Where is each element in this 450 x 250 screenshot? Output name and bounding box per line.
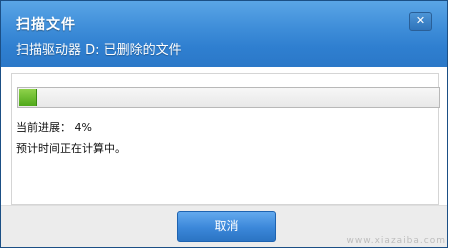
content-panel	[11, 73, 440, 205]
dialog-subtitle: 扫描驱动器 D: 已删除的文件	[16, 43, 182, 58]
scan-dialog: 扫描文件 扫描驱动器 D: 已删除的文件 ✕ 当前进展： 4% 预计时间正在计算…	[0, 0, 448, 248]
progress-bar	[17, 87, 440, 108]
dialog-title: 扫描文件	[16, 17, 76, 33]
close-button[interactable]: ✕	[409, 12, 432, 31]
progress-fill	[19, 89, 37, 106]
watermark: www.xiazaiba.com	[346, 236, 446, 246]
progress-label: 当前进展： 4%	[16, 121, 92, 134]
cancel-button[interactable]: 取消	[177, 211, 276, 242]
eta-text: 预计时间正在计算中。	[16, 142, 126, 155]
title-bar: 扫描文件 扫描驱动器 D: 已删除的文件 ✕	[1, 1, 447, 67]
close-icon: ✕	[415, 14, 426, 27]
